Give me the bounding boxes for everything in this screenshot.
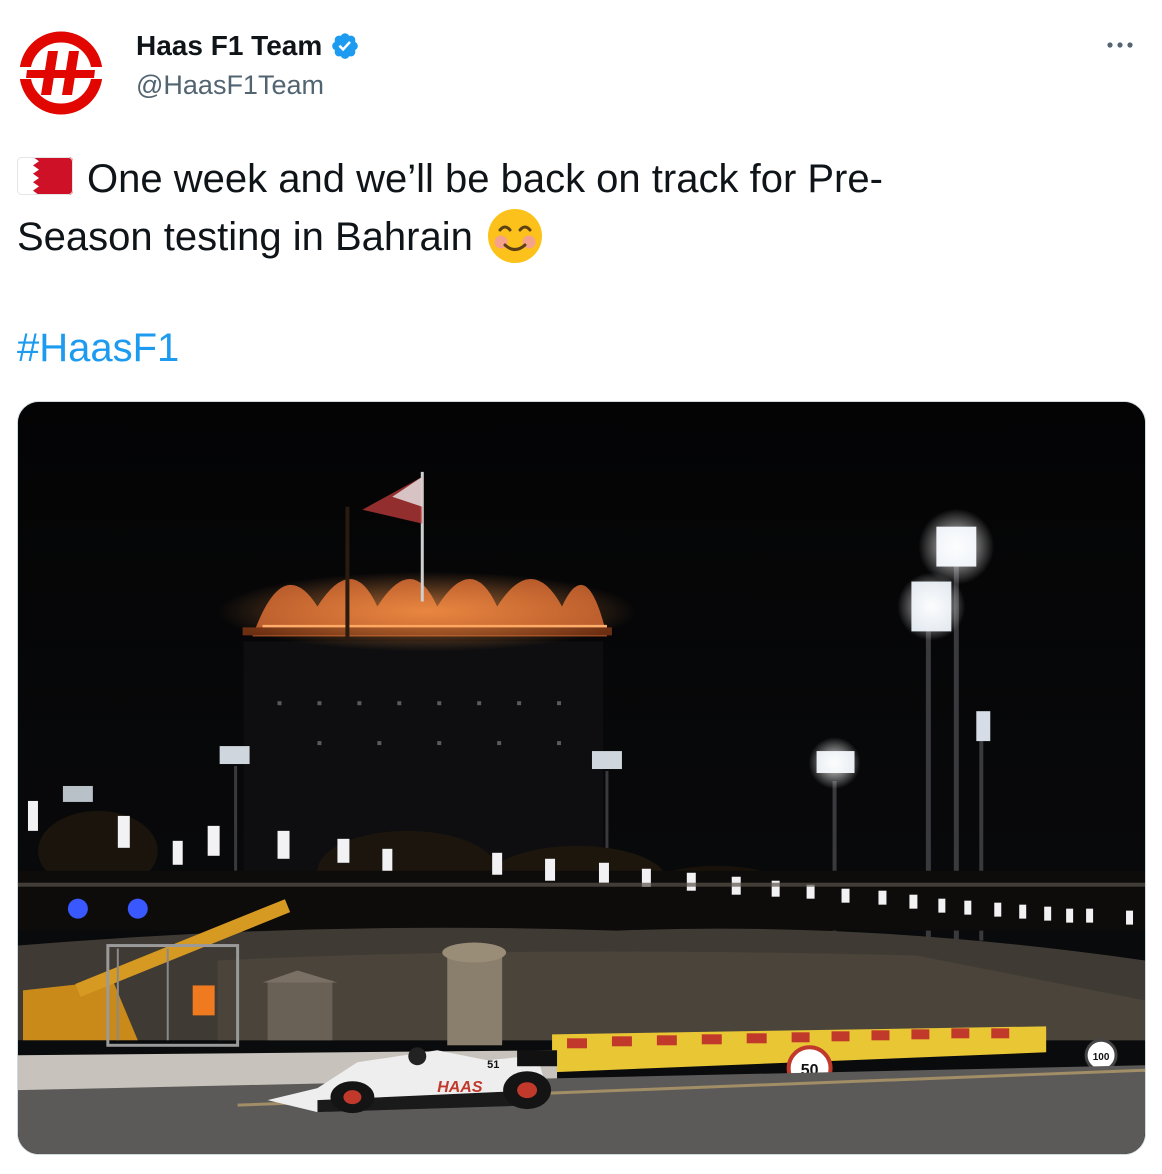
smiling-face-icon xyxy=(487,209,542,263)
bahrain-flag-icon xyxy=(17,157,73,195)
tweet-media-image[interactable]: 50 100 51 HAAS xyxy=(17,401,1146,1155)
author-name[interactable]: Haas F1 Team xyxy=(136,30,322,62)
more-options-icon[interactable] xyxy=(1102,30,1138,60)
car-number: 51 xyxy=(487,1059,499,1071)
author-avatar[interactable] xyxy=(17,29,105,117)
verified-badge-icon xyxy=(332,33,359,59)
tweet-text: One week and we’ll be back on track for … xyxy=(17,150,1137,266)
haas-logo-icon xyxy=(17,31,105,115)
tweet-text-line-2: Season testing in Bahrain xyxy=(17,215,473,259)
author-handle[interactable]: @HaasF1Team xyxy=(136,70,324,101)
board-100: 100 xyxy=(1093,1052,1110,1063)
tweet-text-line-1: One week and we’ll be back on track for … xyxy=(87,157,883,201)
hashtag-link[interactable]: #HaasF1 xyxy=(17,326,179,371)
car-logo: HAAS xyxy=(437,1079,483,1096)
night-track-photo: 50 100 51 HAAS xyxy=(18,402,1145,1154)
